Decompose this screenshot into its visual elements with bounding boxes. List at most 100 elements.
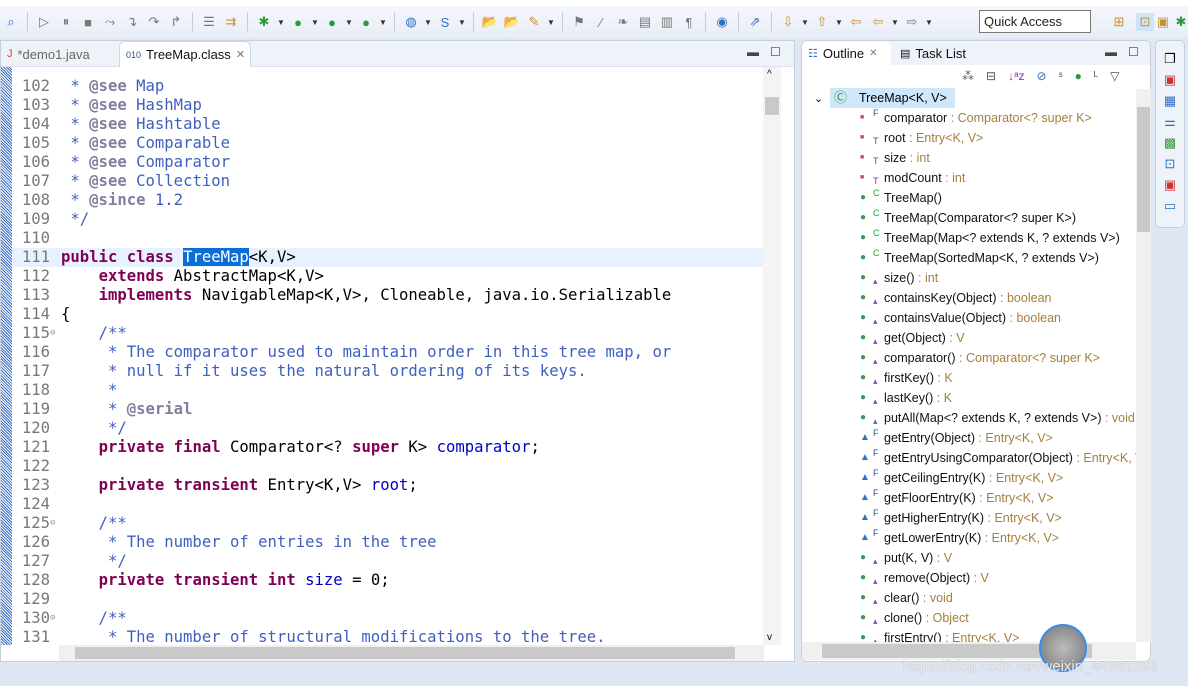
hide-static-icon[interactable]: ˢ (1059, 69, 1063, 83)
previous-annotation-icon[interactable]: ⇧ (813, 13, 831, 31)
hide-non-public-icon[interactable]: ● (1075, 69, 1082, 83)
code-line[interactable]: 107 * @see Collection (12, 172, 763, 191)
sort-icon[interactable]: ↓ᵃz (1008, 69, 1024, 83)
outline-root-class[interactable]: Ⓒ TreeMap<K, V> (830, 88, 955, 108)
code-line[interactable]: 124 (12, 495, 763, 514)
quick-access-input[interactable]: Quick Access (979, 10, 1091, 33)
resume-icon[interactable]: ▷ (35, 13, 53, 31)
tab-treemap-class[interactable]: 010 TreeMap.class ✕ (119, 41, 251, 67)
search-icon[interactable]: ⌕ (2, 13, 20, 31)
outline-item[interactable]: ● ▴ lastKey() : K (802, 388, 1137, 408)
map-view-icon[interactable]: ▩ (1164, 135, 1176, 151)
editor-vertical-scrollbar[interactable]: ^ v (763, 67, 781, 645)
new-server-dropdown-icon[interactable]: ▼ (424, 18, 432, 27)
code-line[interactable]: 115⊖ /** (12, 324, 763, 343)
terminate-icon[interactable]: ■ (79, 13, 97, 31)
code-line[interactable]: 121 private final Comparator<? super K> … (12, 438, 763, 457)
outline-item[interactable]: ■ Fcomparator : Comparator<? super K> (802, 108, 1137, 128)
outline-item[interactable]: ● C TreeMap(Map<? extends K, ? extends V>) (802, 228, 1137, 248)
web-browser-icon[interactable]: ◉ (713, 13, 731, 31)
debug-dropdown-icon[interactable]: ▼ (277, 18, 285, 27)
code-line[interactable]: 129 (12, 590, 763, 609)
code-line[interactable]: 130⊖ /** (12, 609, 763, 628)
hide-fields-icon[interactable]: ⊘ (1037, 69, 1047, 83)
suspend-icon[interactable]: ⏸ (57, 13, 75, 31)
code-line[interactable]: 108 * @since 1.2 (12, 191, 763, 210)
annotation-icon[interactable]: ⚑ (570, 13, 588, 31)
code-line[interactable]: 128 private transient int size = 0; (12, 571, 763, 590)
outline-item[interactable]: ▲ FgetFloorEntry(K) : Entry<K, V> (802, 488, 1137, 508)
tab-task-list[interactable]: ▤ Task List (894, 41, 972, 65)
code-line[interactable]: 122 (12, 457, 763, 476)
outline-item[interactable]: ● ▴ containsValue(Object) : boolean (802, 308, 1137, 328)
code-line[interactable]: 112 extends AbstractMap<K,V> (12, 267, 763, 286)
open-perspective-icon[interactable]: ⊞ (1110, 13, 1128, 31)
step-into-icon[interactable]: ↴ (123, 13, 141, 31)
code-line[interactable]: 105 * @see Comparable (12, 134, 763, 153)
outline-vertical-scrollbar[interactable] (1136, 89, 1151, 642)
code-line[interactable]: 125⊖ /** (12, 514, 763, 533)
fold-toggle-icon[interactable]: ⊖ (50, 324, 61, 343)
code-line[interactable]: 111 public class TreeMap<K,V> (12, 248, 763, 267)
outline-item[interactable]: ■ TmodCount : int (802, 168, 1137, 188)
outline-item[interactable]: ▲ FgetLowerEntry(K) : Entry<K, V> (802, 528, 1137, 548)
last-edit-location-icon[interactable]: ⇦ (847, 13, 865, 31)
block-selection-icon[interactable]: ▤ (636, 13, 654, 31)
outline-item[interactable]: ● C TreeMap() (802, 188, 1137, 208)
show-whitespace-icon[interactable]: ¶ (680, 13, 698, 31)
launch-icon[interactable]: ⇗ (746, 13, 764, 31)
new-spring-dropdown-icon[interactable]: ▼ (458, 18, 466, 27)
outline-item[interactable]: ● C TreeMap(Comparator<? super K>) (802, 208, 1137, 228)
outline-item[interactable]: ■ Tsize : int (802, 148, 1137, 168)
external-tools-icon[interactable]: ● (357, 13, 375, 31)
minimize-icon[interactable]: ▬ (1105, 45, 1117, 59)
forward-icon[interactable]: ⇨ (903, 13, 921, 31)
code-line[interactable]: 116 * The comparator used to maintain or… (12, 343, 763, 362)
disconnect-icon[interactable]: ⤳ (101, 13, 119, 31)
fold-toggle-icon[interactable]: ⊖ (50, 514, 61, 533)
external-tools-dropdown-icon[interactable]: ▼ (379, 18, 387, 27)
code-line[interactable]: 104 * @see Hashtable (12, 115, 763, 134)
coverage-dropdown-icon[interactable]: ▼ (345, 18, 353, 27)
previous-annotation-dropdown-icon[interactable]: ▼ (835, 18, 843, 27)
outline-item[interactable]: ● ▴ remove(Object) : V (802, 568, 1137, 588)
servers-view-icon[interactable]: ▣ (1164, 177, 1176, 193)
collapse-all-icon[interactable]: ⊟ (986, 69, 996, 83)
table-view-icon[interactable]: ▦ (1164, 93, 1176, 109)
code-line[interactable]: 126 * The number of entries in the tree (12, 533, 763, 552)
run-icon[interactable]: ● (289, 13, 307, 31)
outline-item[interactable]: ● ▴ clone() : Object (802, 608, 1137, 628)
outline-item[interactable]: ● ▴ containsKey(Object) : boolean (802, 288, 1137, 308)
debug-icon[interactable]: ✱ (255, 13, 273, 31)
outline-item[interactable]: ● ▴ get(Object) : V (802, 328, 1137, 348)
hide-local-types-icon[interactable]: ᴸ (1094, 69, 1098, 83)
close-icon[interactable]: ✕ (236, 48, 245, 61)
maximize-icon[interactable]: ☐ (770, 45, 781, 59)
outline-item[interactable]: ● ▴ putAll(Map<? extends K, ? extends V>) … (802, 408, 1137, 428)
forward-dropdown-icon[interactable]: ▼ (925, 18, 933, 27)
outline-item[interactable]: ■ Troot : Entry<K, V> (802, 128, 1137, 148)
code-line[interactable]: 127 */ (12, 552, 763, 571)
java-perspective-icon[interactable]: ⊡ (1136, 13, 1154, 31)
highlight-icon[interactable]: ∕ (592, 13, 610, 31)
next-annotation-icon[interactable]: ⇩ (779, 13, 797, 31)
properties-view-icon[interactable]: ⚌ (1164, 114, 1176, 130)
outline-item[interactable]: ● ▴ clear() : void (802, 588, 1137, 608)
outline-item[interactable]: ▲ FgetEntryUsingComparator(Object) : Entr… (802, 448, 1137, 468)
new-server-icon[interactable]: ◍ (402, 13, 420, 31)
code-line[interactable]: 106 * @see Comparator (12, 153, 763, 172)
restore-icon[interactable]: ❐ (1164, 51, 1176, 67)
outline-item[interactable]: ▲ FgetEntry(Object) : Entry<K, V> (802, 428, 1137, 448)
tab-demo1-java[interactable]: J *demo1.java (1, 41, 96, 67)
outline-item[interactable]: ● ▴ firstKey() : K (802, 368, 1137, 388)
outline-item[interactable]: ● C TreeMap(SortedMap<K, ? extends V>) (802, 248, 1137, 268)
close-icon[interactable]: ✕ (869, 48, 877, 59)
problems-view-icon[interactable]: ▣ (1164, 72, 1176, 88)
code-line[interactable]: 109 */ (12, 210, 763, 229)
chevron-down-icon[interactable]: ⌄ (814, 92, 823, 105)
code-line[interactable]: 114 { (12, 305, 763, 324)
run-dropdown-icon[interactable]: ▼ (311, 18, 319, 27)
editor-horizontal-scrollbar[interactable] (59, 645, 764, 661)
outline-item[interactable]: ● ▴ size() : int (802, 268, 1137, 288)
outline-item[interactable]: ● ▴ put(K, V) : V (802, 548, 1137, 568)
